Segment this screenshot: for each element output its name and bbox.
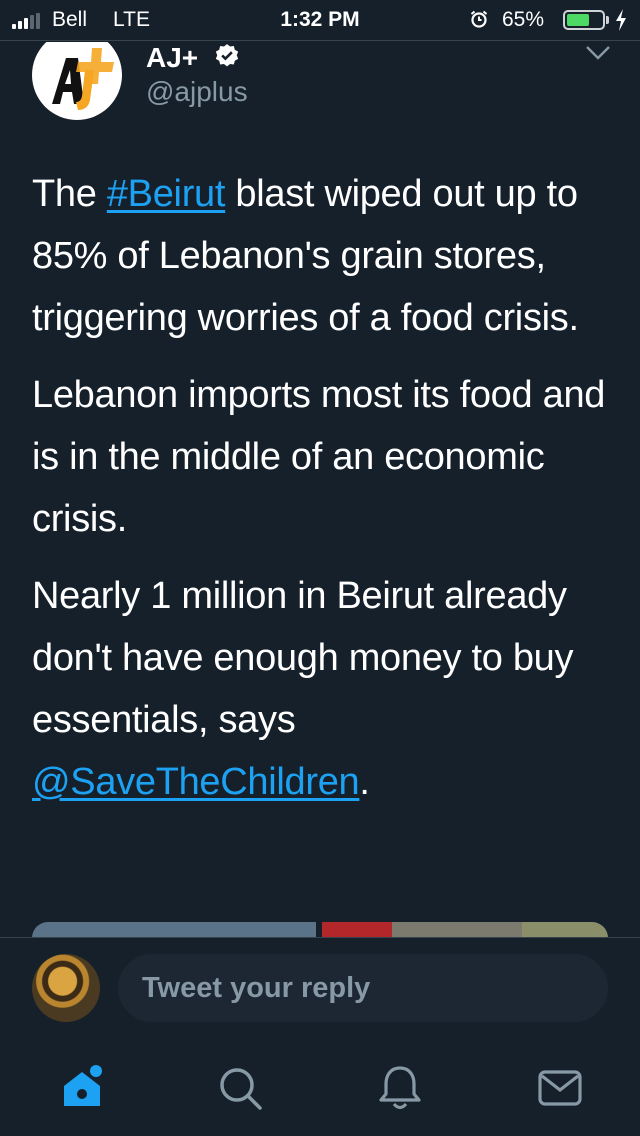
tweet-paragraph: Nearly 1 million in Beirut already don't… xyxy=(32,565,622,813)
search-icon[interactable] xyxy=(216,1064,264,1112)
home-icon[interactable] xyxy=(58,1064,106,1112)
author-handle[interactable]: @ajplus xyxy=(146,76,248,108)
aj-logo-icon xyxy=(52,48,114,110)
reply-bar: Tweet your reply xyxy=(0,938,640,1038)
alarm-icon xyxy=(470,10,488,28)
author-avatar[interactable] xyxy=(32,42,122,120)
user-avatar[interactable] xyxy=(32,954,100,1022)
status-bar: Bell LTE 1:32 PM 65% xyxy=(0,0,640,40)
messages-icon[interactable] xyxy=(536,1064,584,1112)
battery-nub xyxy=(606,16,609,24)
text-segment: The xyxy=(32,173,107,215)
tweet-media[interactable] xyxy=(32,922,608,938)
media-image-2[interactable] xyxy=(322,922,608,938)
hashtag-link[interactable]: #Beirut xyxy=(107,173,226,215)
mention-link[interactable]: @SaveTheChildren xyxy=(32,761,360,803)
charging-icon xyxy=(616,9,626,31)
status-divider xyxy=(0,40,640,41)
chevron-down-icon[interactable] xyxy=(584,44,612,62)
author-display-name[interactable]: AJ+ xyxy=(146,42,198,74)
reply-input[interactable]: Tweet your reply xyxy=(118,954,608,1022)
battery-percent: 65% xyxy=(502,8,545,31)
tweet-paragraph: Lebanon imports most its food and is in … xyxy=(32,374,606,540)
text-segment: . xyxy=(359,761,370,803)
battery-icon xyxy=(563,10,605,30)
tweet-text: The #Beirut blast wiped out up to 85% of… xyxy=(32,163,622,828)
tab-bar xyxy=(0,1038,640,1136)
media-image-1[interactable] xyxy=(32,922,316,938)
notifications-icon[interactable] xyxy=(376,1064,424,1112)
verified-badge-icon xyxy=(215,44,239,67)
text-segment: Nearly 1 million in Beirut already don't… xyxy=(32,575,574,741)
tweet-paragraph: The #Beirut blast wiped out up to 85% of… xyxy=(32,163,622,349)
